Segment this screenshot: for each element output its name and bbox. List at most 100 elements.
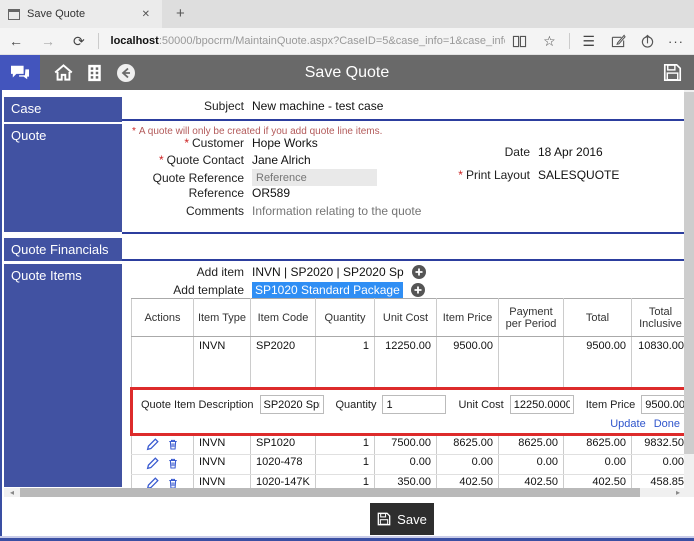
cell-item-type: INVN — [193, 454, 251, 475]
cell-quantity: 1 — [315, 336, 375, 389]
edit-pencil-icon[interactable] — [146, 438, 160, 451]
table-header-row: Actions Item Type Item Code Quantity Unit Co… — [131, 298, 688, 337]
cell-actions[interactable] — [131, 454, 194, 475]
edit-item-price-label: Item Price — [585, 398, 636, 411]
edit-quantity-label: Quantity — [335, 398, 377, 411]
page-title: Save Quote — [304, 63, 390, 81]
table-row: INVN SP1020 1 7500.00 8625.00 8625.00 8625.00 9… — [131, 434, 688, 455]
delete-trash-icon[interactable] — [167, 457, 179, 470]
browser-window: Save Quote ✕ + ← → ⟳ localhost :50000/bp… — [0, 0, 694, 541]
edit-description-input[interactable] — [259, 395, 324, 414]
quote-items-table: Actions Item Type Item Code Quantity Unit Co… — [130, 298, 688, 497]
reading-view-icon[interactable] — [505, 35, 534, 48]
cell-item-type: INVN — [193, 336, 251, 389]
vertical-scrollbar[interactable] — [684, 90, 694, 497]
quote-contact-value[interactable]: Jane Alrich — [252, 153, 311, 167]
date-value[interactable]: 18 Apr 2016 — [538, 145, 603, 159]
comments-input[interactable] — [252, 202, 502, 219]
sidebar-section-case[interactable]: Case — [4, 97, 122, 122]
save-button-floppy-icon — [377, 512, 391, 526]
reference-value: OR589 — [252, 186, 291, 200]
quote-item-edit-panel: Quote Item Description Quantity Unit Cos… — [130, 387, 688, 436]
cell-quantity: 1 — [315, 434, 375, 455]
home-icon[interactable] — [54, 64, 73, 81]
save-button[interactable]: Save — [370, 503, 434, 535]
add-template-plus-icon[interactable] — [410, 283, 425, 297]
browser-tab[interactable]: Save Quote ✕ — [0, 0, 162, 28]
url-path: :50000/bpocrm/MaintainQuote.aspx?CaseID=… — [158, 35, 505, 47]
browser-tab-bar: Save Quote ✕ + — [0, 0, 694, 28]
cell-actions — [131, 336, 194, 389]
edit-description-label: Quote Item Description — [141, 398, 254, 411]
vertical-scroll-thumb[interactable] — [684, 92, 694, 454]
annotate-icon[interactable] — [604, 34, 633, 48]
col-item-type: Item Type — [193, 298, 251, 337]
chat-bubbles-icon[interactable] — [0, 55, 40, 90]
table-row: INVN 1020-478 1 0.00 0.00 0.00 0.00 0.00 — [131, 454, 688, 475]
col-total-inclusive: Total Inclusive — [631, 298, 688, 337]
comments-row: Comments — [124, 202, 502, 219]
cell-actions[interactable] — [131, 434, 194, 455]
quote-reference-input[interactable] — [252, 169, 377, 186]
cell-total-inclusive: 0.00 — [631, 454, 688, 475]
sidebar-section-quote-financials[interactable]: Quote Financials — [4, 238, 122, 261]
tab-close-icon[interactable]: ✕ — [138, 7, 154, 22]
customer-value[interactable]: Hope Works — [252, 136, 318, 150]
cell-payment-per-period — [498, 336, 564, 389]
cell-payment-per-period: 8625.00 — [498, 434, 564, 455]
share-icon[interactable] — [633, 34, 662, 48]
print-layout-row: * Print Layout SALESQUOTE — [422, 168, 619, 182]
quote-reference-label: Quote Reference — [152, 170, 244, 185]
new-tab-button[interactable]: + — [162, 0, 199, 28]
print-layout-value[interactable]: SALESQUOTE — [538, 168, 619, 182]
cell-payment-per-period: 0.00 — [498, 454, 564, 475]
cell-item-code: SP1020 — [250, 434, 316, 455]
subject-row: Subject New machine - test case — [124, 99, 383, 113]
add-item-row: Add item INVN | SP2020 | SP2020 Sp — [124, 265, 426, 279]
add-item-value[interactable]: INVN | SP2020 | SP2020 Sp — [252, 265, 404, 279]
favorites-star-icon[interactable]: ☆ — [534, 28, 565, 55]
back-circle-icon[interactable] — [116, 63, 136, 83]
sidebar-section-quote[interactable]: Quote — [4, 124, 122, 232]
col-total: Total — [563, 298, 632, 337]
edit-pencil-icon[interactable] — [146, 457, 160, 470]
edit-item-price-input[interactable] — [641, 395, 688, 414]
section-divider — [122, 232, 688, 234]
quote-contact-label: * Quote Contact — [158, 153, 244, 167]
done-link[interactable]: Done — [654, 418, 680, 430]
quote-contact-row: * Quote Contact Jane Alrich — [124, 153, 311, 167]
table-row: INVN SP2020 1 12250.00 9500.00 9500.00 10830.0… — [131, 336, 688, 389]
url-host: localhost — [110, 35, 159, 47]
cell-item-price: 8625.00 — [436, 434, 499, 455]
address-bar[interactable]: localhost :50000/bpocrm/MaintainQuote.as… — [103, 35, 506, 47]
divider — [97, 33, 99, 49]
save-floppy-icon[interactable] — [663, 63, 682, 87]
col-unit-cost: Unit Cost — [374, 298, 437, 337]
cell-item-price: 9500.00 — [436, 336, 499, 389]
more-options-icon[interactable]: ··· — [662, 34, 694, 49]
subject-label: Subject — [203, 99, 244, 113]
edit-unit-cost-label: Unit Cost — [458, 398, 504, 411]
cell-unit-cost: 7500.00 — [374, 434, 437, 455]
edit-quantity-input[interactable] — [382, 395, 447, 414]
section-divider — [122, 119, 688, 121]
company-building-icon[interactable] — [87, 64, 102, 82]
delete-trash-icon[interactable] — [167, 438, 179, 451]
forward-icon[interactable]: → — [32, 28, 64, 55]
sidebar-section-quote-items[interactable]: Quote Items — [4, 264, 122, 487]
reference-label: Reference — [188, 186, 244, 200]
app-header: Save Quote — [0, 55, 694, 90]
subject-value: New machine - test case — [252, 99, 384, 113]
add-template-value[interactable]: SP1020 Standard Package — [252, 282, 403, 298]
customer-row: * Customer Hope Works — [124, 136, 318, 150]
edit-unit-cost-input[interactable] — [509, 395, 574, 414]
back-icon[interactable]: ← — [0, 28, 32, 55]
add-template-label: Add template — [173, 283, 244, 297]
customer-label: * Customer — [184, 136, 244, 150]
col-quantity: Quantity — [315, 298, 375, 337]
add-item-plus-icon[interactable] — [411, 265, 426, 279]
refresh-icon[interactable]: ⟳ — [64, 28, 94, 55]
hub-icon[interactable]: ☰ — [573, 28, 604, 55]
update-link[interactable]: Update — [610, 418, 645, 430]
add-item-label: Add item — [196, 265, 244, 279]
